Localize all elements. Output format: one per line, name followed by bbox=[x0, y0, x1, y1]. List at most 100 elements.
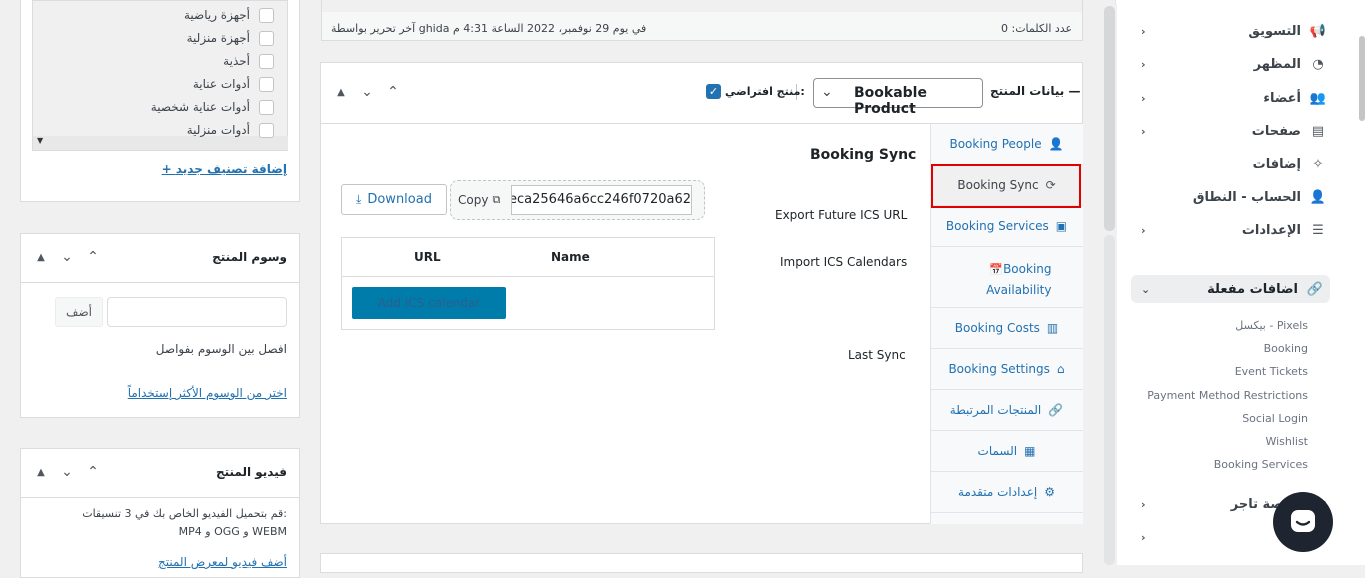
word-count: عدد الكلمات: 0 bbox=[1001, 22, 1073, 35]
chevron-left-icon: ‹ bbox=[1141, 57, 1146, 71]
sidebar-scrollbar[interactable] bbox=[1359, 36, 1365, 121]
submenu-item[interactable]: Booking Services bbox=[1214, 458, 1308, 471]
tab-label: Booking Services bbox=[945, 219, 1049, 233]
add-ics-calendar-button[interactable]: Add ICS calendar bbox=[352, 287, 506, 319]
table-icon: ▦ bbox=[1024, 444, 1036, 458]
download-label: Download bbox=[367, 192, 432, 207]
chevron-down-icon: ⌄ bbox=[1141, 282, 1151, 296]
product-type-select[interactable]: Bookable Product ⌄ bbox=[813, 78, 983, 117]
product-type-value: Bookable Product bbox=[854, 85, 927, 117]
video-description-line1: قم بتحميل الفيديو الخاص بك في 3 تنسيقات: bbox=[82, 507, 287, 520]
tab-booking-availability[interactable]: 📅Booking Availability bbox=[930, 247, 1083, 308]
plugin-icon: ✧ bbox=[1312, 156, 1324, 172]
category-label: أدوات عناية bbox=[192, 77, 250, 91]
panel-header-divider bbox=[21, 497, 299, 498]
move-up-icon[interactable]: ▲ bbox=[333, 87, 349, 98]
tab-attributes[interactable]: ▦ السمات bbox=[930, 431, 1083, 472]
move-up-icon[interactable]: ▲ bbox=[33, 467, 49, 478]
chevron-left-icon: ‹ bbox=[1141, 91, 1146, 105]
category-checkbox[interactable] bbox=[259, 123, 274, 138]
export-ics-label: Export Future ICS URL bbox=[775, 208, 908, 222]
chevron-left-icon: ‹ bbox=[1141, 530, 1146, 544]
add-tag-button[interactable]: أضف bbox=[55, 297, 103, 327]
booking-sync-heading: Booking Sync bbox=[810, 147, 917, 163]
choose-popular-tags-link[interactable]: اختر من الوسوم الأكثر إستخداماً bbox=[128, 386, 287, 400]
table-header-name: Name bbox=[551, 250, 590, 264]
chevron-down-icon[interactable]: ⌄ bbox=[59, 464, 75, 480]
submenu-item[interactable]: بيكسل - Pixels bbox=[1235, 319, 1308, 332]
category-checkbox[interactable] bbox=[259, 77, 274, 92]
chevron-up-icon[interactable]: ⌃ bbox=[385, 84, 401, 100]
add-video-link[interactable]: أضف فيديو لمعرض المنتج bbox=[158, 555, 287, 569]
download-button[interactable]: ⤓ Download bbox=[341, 184, 447, 215]
tab-booking-people[interactable]: 👤 Booking People bbox=[930, 124, 1083, 165]
sidebar-item-active-plugins[interactable]: 🔗 اضافات مفعلة ⌄ bbox=[1131, 275, 1330, 303]
sidebar-item-members[interactable]: 👥 أعضاء ‹ bbox=[1135, 85, 1327, 111]
category-checkbox[interactable] bbox=[259, 100, 274, 115]
last-edit-info: آخر تحرير بواسطة ghida في يوم 29 نوفمبر،… bbox=[331, 22, 647, 35]
virtual-product-checkbox[interactable]: ✓ bbox=[706, 84, 721, 99]
main-scrollbar-lower bbox=[1104, 235, 1115, 565]
category-checkbox[interactable] bbox=[259, 31, 274, 46]
submenu-item[interactable]: Social Login bbox=[1242, 412, 1308, 425]
sidebar-item-appearance[interactable]: ◔ المظهر ‹ bbox=[1135, 51, 1327, 77]
tab-label: Booking Costs bbox=[954, 321, 1040, 335]
video-panel-title: فيديو المنتج bbox=[215, 465, 287, 479]
sidebar-item-label: أعضاء bbox=[1263, 90, 1301, 106]
sidebar-item-settings[interactable]: ☰ الإعدادات ‹ bbox=[1135, 217, 1327, 243]
sidebar-item-label: الحساب - النطاق bbox=[1192, 189, 1301, 205]
tags-input[interactable] bbox=[107, 297, 287, 327]
panel-controls: ▲ ⌄ ⌃ bbox=[33, 464, 101, 480]
submenu-item[interactable]: Event Tickets bbox=[1235, 365, 1308, 378]
chevron-up-icon[interactable]: ⌃ bbox=[85, 464, 101, 480]
scroll-down-icon: ▼ bbox=[37, 136, 44, 145]
account-icon: 👤 bbox=[1309, 189, 1327, 205]
submenu-item[interactable]: Payment Method Restrictions bbox=[1147, 389, 1308, 402]
chat-launcher-button[interactable] bbox=[1273, 492, 1333, 552]
home-icon: ⌂ bbox=[1056, 362, 1065, 376]
category-checkbox[interactable] bbox=[259, 8, 274, 23]
panel-header-divider bbox=[21, 282, 299, 283]
chevron-left-icon: ‹ bbox=[1141, 124, 1146, 138]
tab-advanced[interactable]: ⚙ إعدادات متقدمة bbox=[930, 472, 1083, 513]
sidebar-item-label: الإعدادات bbox=[1241, 222, 1301, 238]
categories-scrollbar[interactable]: ▼ bbox=[33, 136, 288, 150]
chevron-up-icon[interactable]: ⌃ bbox=[85, 249, 101, 265]
tab-label: Booking People bbox=[949, 137, 1042, 151]
chevron-down-icon: ⌄ bbox=[821, 84, 833, 100]
tab-linked-products[interactable]: 🔗 المنتجات المرتبطة bbox=[930, 390, 1083, 431]
tab-label: Booking Settings bbox=[948, 362, 1050, 376]
table-header-divider bbox=[341, 276, 715, 277]
tab-booking-settings[interactable]: ⌂ Booking Settings bbox=[930, 349, 1083, 390]
add-new-category-link[interactable]: + إضافة تصنيف جديد bbox=[162, 162, 287, 176]
submenu-item[interactable]: Booking bbox=[1264, 342, 1308, 355]
category-checkbox[interactable] bbox=[259, 54, 274, 69]
sidebar-item-label: التسويق bbox=[1248, 23, 1301, 39]
sidebar-item-pages[interactable]: ▤ صفحات ‹ bbox=[1135, 118, 1327, 144]
move-up-icon[interactable]: ▲ bbox=[33, 252, 49, 263]
sidebar-item-account[interactable]: 👤 الحساب - النطاق bbox=[1135, 184, 1327, 210]
category-label: أدوات منزلية bbox=[186, 123, 250, 137]
main-scrollbar-thumb[interactable] bbox=[1104, 6, 1115, 231]
chevron-left-icon: ‹ bbox=[1141, 24, 1146, 38]
tab-booking-services[interactable]: ▣ Booking Services bbox=[930, 206, 1083, 247]
users-icon: 👥 bbox=[1309, 90, 1327, 106]
ics-url-input[interactable]: eca25646a6cc246f0720a62: bbox=[511, 185, 692, 215]
sidebar-item-marketing[interactable]: 📢 التسويق ‹ bbox=[1135, 18, 1327, 44]
video-description-line2: MP4 و OGG و WEBM bbox=[178, 525, 287, 538]
tab-booking-costs[interactable]: ▥ Booking Costs bbox=[930, 308, 1083, 349]
panel-controls: ▲ ⌄ ⌃ bbox=[333, 84, 401, 100]
product-data-title: بيانات المنتج — bbox=[990, 84, 1081, 98]
submenu-item[interactable]: Wishlist bbox=[1265, 435, 1308, 448]
highlight-box bbox=[931, 164, 1081, 208]
link-icon: 🔗 bbox=[1306, 281, 1324, 297]
chevron-down-icon[interactable]: ⌄ bbox=[59, 249, 75, 265]
table-header-url: URL bbox=[414, 250, 441, 264]
tags-panel-title: وسوم المنتج bbox=[212, 250, 287, 264]
sliders-icon: ☰ bbox=[1312, 222, 1324, 238]
tab-label: السمات bbox=[977, 444, 1018, 458]
copy-button[interactable]: Copy ⧉ bbox=[458, 186, 512, 214]
chevron-down-icon[interactable]: ⌄ bbox=[359, 84, 375, 100]
gear-icon: ⚙ bbox=[1044, 485, 1055, 499]
sidebar-item-plugins[interactable]: ✧ إضافات bbox=[1135, 151, 1327, 177]
